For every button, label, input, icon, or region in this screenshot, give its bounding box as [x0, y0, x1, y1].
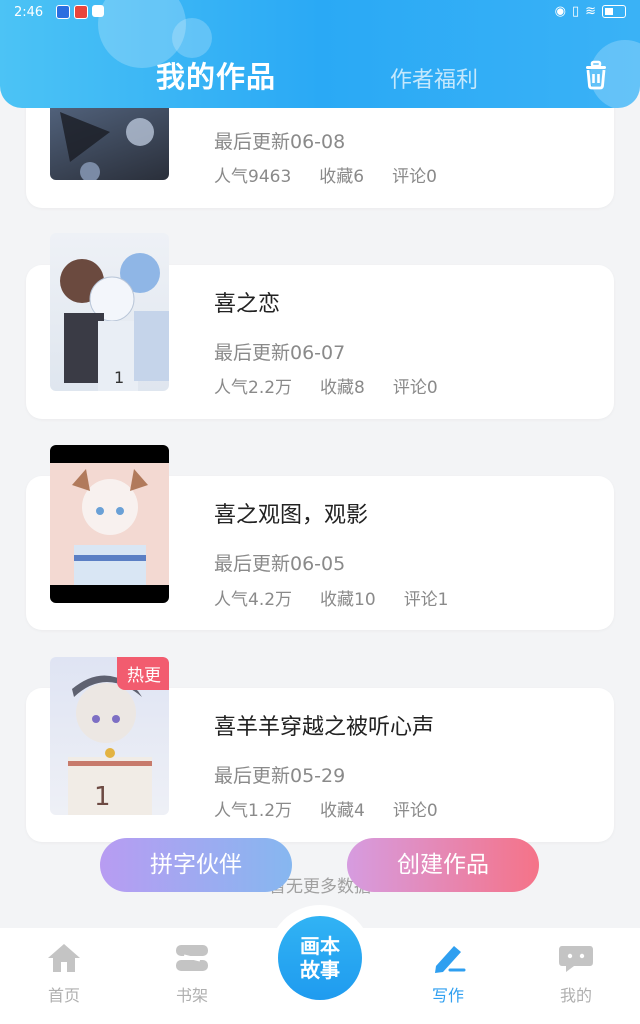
nav-write[interactable]: 写作: [408, 942, 488, 1006]
center-button-line2: 故事: [300, 958, 340, 982]
work-updated: 最后更新05-29: [214, 765, 346, 787]
favorites-count: 收藏6: [319, 167, 365, 187]
popularity-count: 人气4.2万: [214, 590, 293, 610]
nav-home-label: 首页: [47, 986, 80, 1005]
work-stats: 人气4.2万 收藏10 评论1: [214, 585, 477, 610]
work-stats: 人气1.2万 收藏4 评论0: [214, 796, 466, 821]
work-cover-image[interactable]: 1 热更: [50, 657, 169, 815]
comments-count: 评论0: [392, 378, 438, 398]
work-cover-image[interactable]: 1: [50, 233, 169, 391]
nav-home[interactable]: 首页: [24, 942, 104, 1006]
popularity-count: 人气1.2万: [214, 801, 293, 821]
comments-count: 评论1: [403, 590, 449, 610]
comments-count: 评论0: [392, 801, 438, 821]
work-stats: 人气9463 收藏6 评论0: [214, 162, 465, 187]
app-icon: [56, 5, 70, 19]
popularity-count: 人气2.2万: [214, 378, 293, 398]
nav-bookshelf[interactable]: 书架: [152, 942, 232, 1006]
work-updated: 最后更新06-05: [214, 553, 346, 575]
nav-mine-label: 我的: [559, 986, 592, 1005]
favorites-count: 收藏8: [320, 378, 365, 398]
home-icon: [48, 944, 80, 972]
battery-icon: [602, 5, 626, 18]
status-app-icons: [56, 5, 104, 19]
comments-count: 评论0: [392, 167, 437, 187]
svg-text:1: 1: [94, 782, 111, 812]
status-bar: 2:46 ◉ ▯ ≋: [0, 0, 640, 26]
tab-my-works[interactable]: 我的作品: [156, 54, 276, 96]
work-stats: 人气2.2万 收藏8 评论0: [214, 373, 466, 398]
work-title: 喜羊羊穿越之被听心声: [214, 715, 435, 740]
work-title: 喜之观图，观影: [214, 503, 369, 528]
svg-text:1: 1: [114, 368, 124, 387]
nav-mine[interactable]: 我的: [536, 942, 616, 1006]
work-updated: 最后更新06-08: [214, 131, 346, 153]
work-cover-image[interactable]: [50, 445, 169, 603]
top-header: 2:46 ◉ ▯ ≋ 我的作品 作者福利: [0, 0, 640, 108]
bookshelf-icon: [176, 945, 208, 971]
work-updated: 最后更新06-07: [214, 342, 346, 364]
app-icon: [92, 5, 104, 17]
eye-icon: ◉: [554, 4, 566, 19]
vibrate-icon: ▯: [571, 4, 580, 19]
favorites-count: 收藏10: [320, 590, 376, 610]
status-time: 2:46: [14, 5, 44, 20]
picture-story-button[interactable]: 画本 故事: [278, 916, 362, 1000]
trash-icon[interactable]: [580, 58, 612, 90]
tab-author-welfare[interactable]: 作者福利: [390, 62, 478, 94]
wifi-icon: ≋: [585, 4, 596, 19]
chat-bubble-icon: [559, 946, 593, 972]
pencil-icon: [435, 946, 466, 973]
list-end-text: 暂无更多数据: [269, 877, 371, 897]
create-work-button[interactable]: 创建作品: [347, 838, 539, 892]
nav-write-label: 写作: [431, 986, 464, 1005]
nav-bookshelf-label: 书架: [175, 986, 208, 1005]
popularity-count: 人气9463: [214, 167, 292, 187]
word-partner-button[interactable]: 拼字伙伴: [100, 838, 292, 892]
status-indicators: ◉ ▯ ≋: [555, 4, 626, 19]
favorites-count: 收藏4: [320, 801, 365, 821]
center-button-line1: 画本: [300, 934, 340, 958]
work-title: 喜之恋: [214, 292, 281, 317]
app-icon: [74, 5, 88, 19]
hot-update-badge: 热更: [117, 657, 169, 690]
